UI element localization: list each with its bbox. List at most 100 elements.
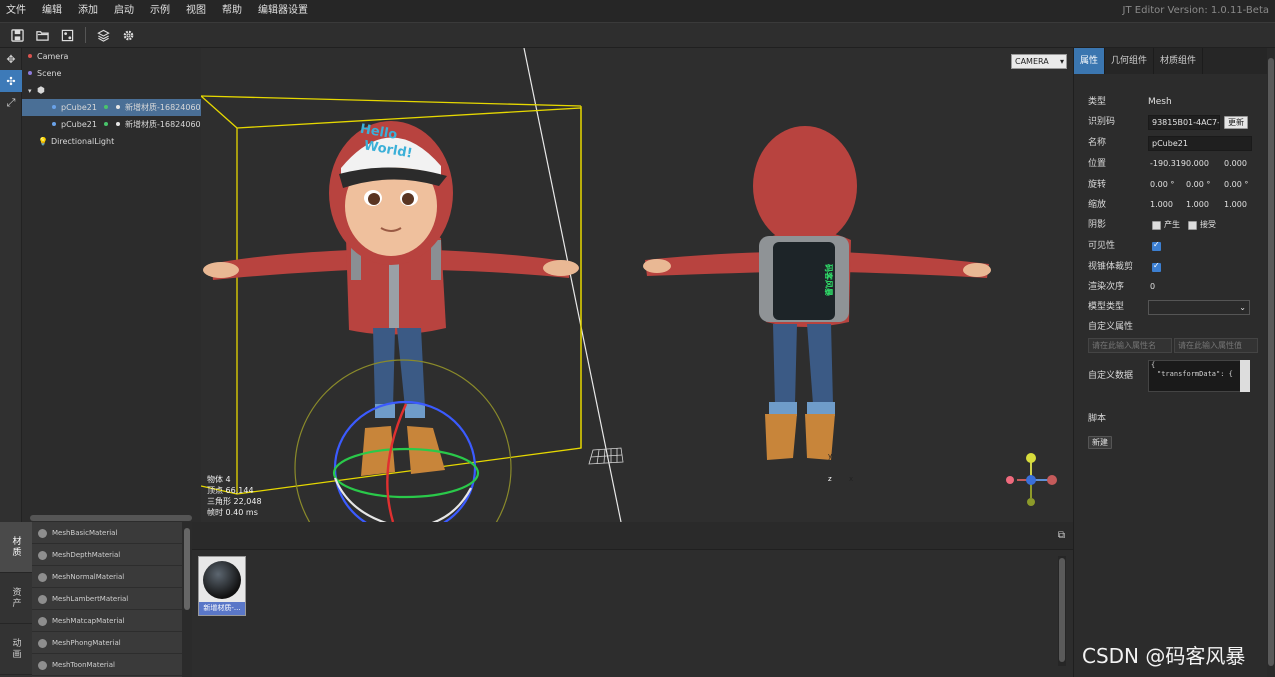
outliner-scrollbar[interactable]: [22, 514, 201, 522]
camera-select-value: CAMERA: [1015, 57, 1049, 66]
list-item[interactable]: MeshNormalMaterial: [32, 566, 182, 588]
position-label: 位置: [1088, 159, 1107, 169]
chevron-down-icon: ▾: [1059, 57, 1064, 66]
scale-x-field[interactable]: 1.000: [1150, 197, 1173, 213]
move-tool-icon[interactable]: ✥: [0, 48, 22, 70]
list-item[interactable]: MeshLambertMaterial: [32, 588, 182, 610]
render-order-field[interactable]: 0: [1150, 279, 1155, 295]
outliner-item-light[interactable]: 💡 DirectionalLight: [22, 133, 201, 150]
menu-bar: 文件 编辑 添加 启动 示例 视图 帮助 编辑器设置 JT Editor Ver…: [0, 0, 1275, 22]
svg-text:码客风暴: 码客风暴: [824, 264, 834, 297]
save-icon[interactable]: [9, 27, 25, 43]
frustum-culling-label: 视锥体裁剪: [1088, 262, 1134, 272]
gear-icon[interactable]: [120, 27, 136, 43]
receive-shadow-checkbox[interactable]: [1188, 221, 1197, 230]
list-item[interactable]: MeshToonMaterial: [32, 654, 182, 676]
material-thumbnail: [203, 561, 241, 599]
list-item[interactable]: MeshPhongMaterial: [32, 632, 182, 654]
stats-objects: 物体 4: [207, 475, 231, 484]
restore-window-icon[interactable]: ⧉: [1058, 530, 1065, 541]
menu-view[interactable]: 视图: [178, 0, 214, 22]
material-sphere-icon: [38, 616, 47, 626]
outliner-item-group[interactable]: ▾ ⬢: [22, 82, 201, 99]
version-label: JT Editor Version: 1.0.11-Beta: [1122, 5, 1269, 16]
cast-shadow-checkbox[interactable]: [1152, 221, 1161, 230]
custom-data-textarea[interactable]: { "transformData": {: [1148, 360, 1242, 392]
assets-header: ⧉: [192, 522, 1073, 550]
material-list-scrollbar[interactable]: [182, 522, 192, 677]
tab-material[interactable]: 材质组件: [1154, 48, 1204, 74]
list-item[interactable]: MeshMatcapMaterial: [32, 610, 182, 632]
scrollbar-thumb[interactable]: [184, 528, 190, 610]
layers-icon[interactable]: [95, 27, 111, 43]
gizmo-axis-y-label[interactable]: y: [828, 452, 832, 460]
open-folder-icon[interactable]: [34, 27, 50, 43]
model-type-select[interactable]: ⌄: [1148, 300, 1250, 315]
position-y-field[interactable]: 0.000: [1186, 156, 1209, 172]
light-bulb-icon: 💡: [38, 137, 48, 146]
watermark: CSDN @码客风暴: [1082, 644, 1246, 668]
render-order-label: 渲染次序: [1088, 282, 1125, 292]
material-sphere-icon: [38, 528, 47, 538]
material-dot-icon: [116, 122, 121, 126]
outliner-item-camera[interactable]: Camera: [22, 48, 201, 65]
scrollbar-thumb[interactable]: [1268, 58, 1274, 666]
name-field[interactable]: pCube21: [1148, 136, 1252, 151]
menu-run[interactable]: 启动: [106, 0, 142, 22]
list-item[interactable]: MeshBasicMaterial: [32, 522, 182, 544]
mesh-dot-icon: [52, 105, 56, 109]
menu-file[interactable]: 文件: [0, 0, 34, 22]
outliner-item-scene[interactable]: Scene: [22, 65, 201, 82]
scene-outliner: Camera Scene ▾ ⬢ pCube21 新增材质-1682406076…: [22, 48, 201, 514]
custom-attr-name-input[interactable]: [1088, 338, 1172, 353]
custom-data-scrollbar[interactable]: [1240, 360, 1250, 392]
axis-view-gizmo: [1006, 453, 1057, 506]
material-asset-card[interactable]: 新增材质-...: [198, 556, 246, 616]
menu-edit[interactable]: 编辑: [34, 0, 70, 22]
menu-editor-settings[interactable]: 编辑器设置: [250, 0, 316, 22]
rotation-z-field[interactable]: 0.00 °: [1224, 177, 1248, 193]
position-x-field[interactable]: -190.319: [1150, 156, 1186, 172]
custom-attr-value-input[interactable]: [1174, 338, 1258, 353]
camera-select[interactable]: CAMERA ▾: [1011, 54, 1067, 69]
focus-icon[interactable]: [59, 27, 75, 43]
custom-data-label: 自定义数据: [1088, 371, 1134, 381]
shadow-label: 阴影: [1088, 220, 1107, 230]
outliner-item-mesh[interactable]: pCube21 新增材质-16824060760: [22, 116, 201, 133]
gizmo-axis-x-label[interactable]: x: [849, 475, 853, 483]
position-z-field[interactable]: 0.000: [1224, 156, 1247, 172]
scale-tool-icon[interactable]: ⤢: [0, 92, 22, 114]
tab-assets[interactable]: 资产: [0, 573, 32, 624]
menu-add[interactable]: 添加: [70, 0, 106, 22]
type-label: 类型: [1088, 97, 1107, 107]
material-dot-icon: [116, 105, 121, 109]
list-item[interactable]: MeshDepthMaterial: [32, 544, 182, 566]
visible-checkbox[interactable]: [1152, 240, 1161, 251]
properties-scrollbar[interactable]: [1267, 48, 1275, 677]
scale-y-field[interactable]: 1.000: [1186, 197, 1209, 213]
tab-materials[interactable]: 材质: [0, 522, 32, 573]
grid-helper-line: [523, 48, 622, 522]
tab-geometry[interactable]: 几何组件: [1105, 48, 1155, 74]
rotation-y-field[interactable]: 0.00 °: [1186, 177, 1210, 193]
uuid-field[interactable]: 93815B01-4AC7-4E: [1148, 115, 1220, 130]
new-script-button[interactable]: 新建: [1088, 436, 1112, 449]
assets-scrollbar[interactable]: [1058, 556, 1066, 666]
menu-help[interactable]: 帮助: [214, 0, 250, 22]
outliner-item-mesh-selected[interactable]: pCube21 新增材质-16824060760: [22, 99, 201, 116]
3d-viewport[interactable]: Hello World! 码客风暴 y x z CAMERA ▾ 物体 4 顶点…: [201, 48, 1073, 522]
scale-label: 缩放: [1088, 200, 1107, 210]
menu-examples[interactable]: 示例: [142, 0, 178, 22]
outliner-item-label: pCube21: [61, 120, 97, 129]
frustum-culling-checkbox[interactable]: [1152, 261, 1161, 272]
scrollbar-thumb[interactable]: [1059, 558, 1065, 662]
rotate-tool-icon[interactable]: ✣: [0, 70, 22, 92]
scrollbar-thumb[interactable]: [30, 515, 192, 521]
scale-z-field[interactable]: 1.000: [1224, 197, 1247, 213]
expand-toggle-icon[interactable]: ▾: [28, 87, 32, 95]
tab-animation[interactable]: 动画: [0, 624, 32, 675]
tab-properties[interactable]: 属性: [1074, 48, 1106, 74]
gizmo-axis-z-label[interactable]: z: [828, 475, 832, 483]
uuid-renew-button[interactable]: 更新: [1224, 116, 1248, 129]
rotation-x-field[interactable]: 0.00 °: [1150, 177, 1174, 193]
